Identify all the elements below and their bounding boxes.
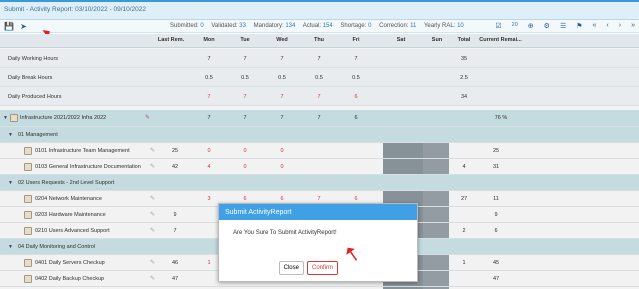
dialog-message: Are You Sure To Submit ActivityReport! (233, 230, 337, 236)
filter-icon[interactable]: ⊕ (528, 22, 534, 30)
window-titlebar: Submit - Activity Report: 03/10/2022 - 0… (0, 0, 639, 20)
checkbox-icon[interactable]: ☑ (495, 22, 501, 30)
window-title: Submit - Activity Report: 03/10/2022 - 0… (4, 6, 147, 13)
prev-page-icon[interactable]: ‹ (606, 22, 608, 30)
right-toolbar: ☑ 20 ⊕ ⚙ ☰ ⚑ « ‹ › » (495, 22, 635, 30)
list-icon[interactable]: ☰ (560, 22, 566, 30)
close-button[interactable]: Close (278, 261, 304, 275)
first-page-icon[interactable]: « (593, 22, 597, 30)
submit-dialog: Submit ActivityReport Are You Sure To Su… (218, 203, 418, 282)
settings-icon[interactable]: ⚙ (544, 22, 550, 30)
save-icon[interactable]: 💾 (4, 22, 14, 31)
dialog-footer: Close Confirm (278, 261, 338, 275)
send-icon[interactable]: ➤ (19, 22, 28, 31)
toolbar: 💾 ➤ Submitted: 0 Validated: 33 Mandatory… (0, 20, 639, 33)
next-page-icon[interactable]: › (619, 22, 621, 30)
stats-summary: Submitted: 0 Validated: 33 Mandatory: 13… (170, 23, 464, 29)
confirm-button[interactable]: Confirm (306, 261, 338, 275)
last-page-icon[interactable]: » (631, 22, 635, 30)
dialog-title: Submit ActivityReport (219, 204, 417, 220)
bookmark-icon[interactable]: ⚑ (576, 22, 582, 30)
zoom-value: 20 (511, 22, 518, 28)
title-accent-bar (0, 0, 639, 2)
